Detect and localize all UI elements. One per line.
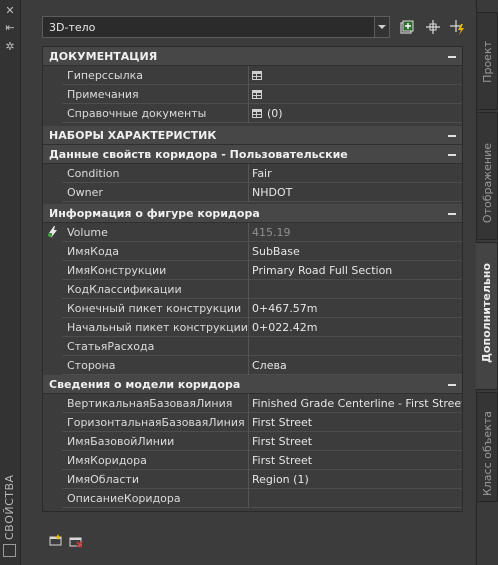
property-row-corridor-name[interactable]: ИмяКоридора First Street bbox=[43, 451, 462, 470]
palette-title-bar[interactable]: ✕ ⇤ ✲ СВОЙСТВА bbox=[0, 0, 21, 565]
property-row-horizontal-baseline[interactable]: ГоризонтальнаяБазоваяЛиния First Street bbox=[43, 413, 462, 432]
property-value: First Street bbox=[252, 416, 313, 429]
category-documentation[interactable]: ДОКУМЕНТАЦИЯ bbox=[43, 47, 462, 66]
property-value: NHDOT bbox=[252, 186, 293, 199]
close-icon[interactable]: ✕ bbox=[3, 5, 17, 17]
property-value: 0+467.57m bbox=[252, 302, 318, 315]
toggle-pickadd-icon[interactable] bbox=[398, 18, 416, 36]
category-title: Информация о фигуре коридора bbox=[49, 207, 260, 220]
property-row-pay-item[interactable]: СтатьяРасхода bbox=[43, 337, 462, 356]
property-value: Слева bbox=[252, 359, 287, 372]
quick-select-icon[interactable] bbox=[449, 18, 467, 36]
lightning-icon bbox=[48, 226, 57, 238]
object-type-dropdown[interactable]: 3D-тело bbox=[42, 16, 390, 38]
property-set-actions bbox=[42, 530, 102, 550]
property-row-condition[interactable]: Condition Fair bbox=[43, 164, 462, 183]
properties-panel: 3D-тело ДОКУМЕНТАЦИЯ Гиперссылка Примеча… bbox=[21, 0, 477, 565]
property-row-hyperlink[interactable]: Гиперссылка bbox=[43, 66, 462, 85]
tab-object-class[interactable]: Класс объекта bbox=[477, 392, 498, 502]
tab-label: Проект bbox=[481, 41, 494, 83]
tab-extended-data[interactable]: Дополнительно bbox=[476, 242, 498, 390]
property-row-end-station[interactable]: Конечный пикет конструкции 0+467.57m bbox=[43, 299, 462, 318]
property-row-assembly-name[interactable]: ИмяКонструкции Primary Road Full Section bbox=[43, 261, 462, 280]
category-title: Сведения о модели коридора bbox=[49, 378, 241, 391]
add-property-set-icon[interactable] bbox=[49, 534, 63, 546]
tab-label: Отображение bbox=[481, 143, 494, 224]
category-title: НАБОРЫ ХАРАКТЕРИСТИК bbox=[49, 129, 217, 142]
property-name: ИмяКода bbox=[67, 245, 120, 258]
property-name: Owner bbox=[67, 186, 103, 199]
object-type-value: 3D-тело bbox=[49, 21, 96, 34]
table-icon[interactable] bbox=[252, 109, 262, 118]
table-icon[interactable] bbox=[252, 90, 262, 99]
property-value: First Street bbox=[252, 435, 313, 448]
property-value: First Street bbox=[252, 454, 313, 467]
property-name: ИмяКоридора bbox=[67, 454, 147, 467]
property-row-code-name[interactable]: ИмяКода SubBase bbox=[43, 242, 462, 261]
category-corridor-shape-info[interactable]: Информация о фигуре коридора bbox=[43, 204, 462, 223]
property-value: (0) bbox=[267, 107, 283, 120]
tab-label: Дополнительно bbox=[480, 263, 493, 363]
property-name: Гиперссылка bbox=[67, 69, 143, 82]
property-name: Сторона bbox=[67, 359, 116, 372]
palette-tabs: Проект Отображение Дополнительно Класс о… bbox=[476, 0, 498, 565]
select-objects-icon[interactable] bbox=[424, 18, 442, 36]
property-name: Справочные документы bbox=[67, 107, 207, 120]
chevron-down-icon[interactable] bbox=[374, 17, 389, 37]
settings-icon[interactable]: ✲ bbox=[3, 41, 17, 53]
property-value: 0+022.42m bbox=[252, 321, 318, 334]
palette-menu-icon[interactable] bbox=[3, 544, 16, 557]
property-row-start-station[interactable]: Начальный пикет конструкции 0+022.42m bbox=[43, 318, 462, 337]
remove-property-set-icon[interactable] bbox=[69, 536, 83, 548]
property-value: SubBase bbox=[252, 245, 300, 258]
category-property-sets[interactable]: НАБОРЫ ХАРАКТЕРИСТИК bbox=[43, 126, 462, 145]
property-name: Примечания bbox=[67, 88, 139, 101]
property-name: КодКлассификации bbox=[67, 283, 182, 296]
property-name: ИмяБазовойЛинии bbox=[67, 435, 175, 448]
property-row-owner[interactable]: Owner NHDOT bbox=[43, 183, 462, 202]
palette-title: СВОЙСТВА bbox=[3, 474, 16, 540]
tab-design[interactable]: Проект bbox=[477, 12, 498, 110]
category-title: Данные свойств коридора - Пользовательск… bbox=[49, 148, 348, 161]
property-name: ОписаниеКоридора bbox=[67, 492, 181, 505]
collapse-icon[interactable] bbox=[448, 384, 456, 386]
property-row-notes[interactable]: Примечания bbox=[43, 85, 462, 104]
property-name: ВертикальнаяБазоваяЛиния bbox=[67, 397, 233, 410]
property-row-volume[interactable]: Volume 415.19 bbox=[43, 223, 462, 242]
category-title: ДОКУМЕНТАЦИЯ bbox=[49, 50, 158, 63]
toolbar: 3D-тело bbox=[21, 0, 477, 44]
tab-display[interactable]: Отображение bbox=[477, 112, 498, 240]
property-value: 415.19 bbox=[252, 226, 291, 239]
property-value: Finished Grade Centerline - First Street bbox=[252, 397, 463, 410]
collapse-icon[interactable] bbox=[448, 56, 456, 58]
collapse-icon[interactable] bbox=[448, 154, 456, 156]
category-corridor-model-info[interactable]: Сведения о модели коридора bbox=[43, 375, 462, 394]
collapse-icon[interactable] bbox=[448, 213, 456, 215]
property-value: Primary Road Full Section bbox=[252, 264, 393, 277]
property-row-vertical-baseline[interactable]: ВертикальнаяБазоваяЛиния Finished Grade … bbox=[43, 394, 463, 413]
collapse-icon[interactable] bbox=[448, 135, 456, 137]
property-value: Region (1) bbox=[252, 473, 309, 486]
property-name: Начальный пикет конструкции bbox=[67, 321, 248, 334]
property-row-side[interactable]: Сторона Слева bbox=[43, 356, 462, 375]
property-grid: ДОКУМЕНТАЦИЯ Гиперссылка Примечания Спра… bbox=[42, 46, 463, 512]
category-corridor-property-data[interactable]: Данные свойств коридора - Пользовательск… bbox=[43, 145, 462, 164]
table-icon[interactable] bbox=[252, 71, 262, 80]
properties-palette: ✕ ⇤ ✲ СВОЙСТВА 3D-тело ДОКУМЕНТАЦИЯ Гипе… bbox=[0, 0, 498, 565]
autohide-icon[interactable]: ⇤ bbox=[3, 22, 17, 34]
property-row-region-name[interactable]: ИмяОбласти Region (1) bbox=[43, 470, 462, 489]
property-name: ИмяКонструкции bbox=[67, 264, 167, 277]
property-row-reference-docs[interactable]: Справочные документы (0) bbox=[43, 104, 462, 123]
tab-label: Класс объекта bbox=[481, 411, 494, 497]
property-name: ИмяОбласти bbox=[67, 473, 139, 486]
property-row-corridor-description[interactable]: ОписаниеКоридора bbox=[43, 489, 462, 508]
property-row-baseline-name[interactable]: ИмяБазовойЛинии First Street bbox=[43, 432, 462, 451]
property-name: Конечный пикет конструкции bbox=[67, 302, 242, 315]
property-name: Condition bbox=[67, 167, 120, 180]
property-row-classification-code[interactable]: КодКлассификации bbox=[43, 280, 462, 299]
property-value: Fair bbox=[252, 167, 272, 180]
property-name: СтатьяРасхода bbox=[67, 340, 155, 353]
property-name: ГоризонтальнаяБазоваяЛиния bbox=[67, 416, 245, 429]
property-name: Volume bbox=[67, 226, 108, 239]
